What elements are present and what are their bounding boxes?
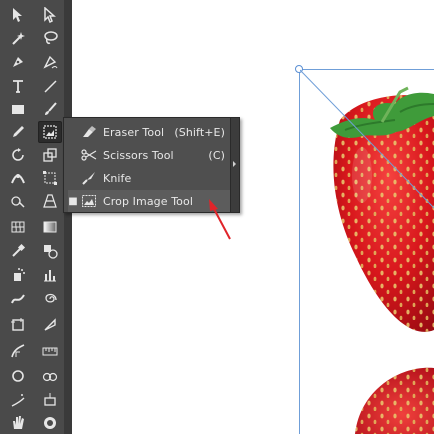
tool-row	[6, 121, 62, 143]
sprayer-icon[interactable]	[6, 389, 30, 411]
tool-row	[6, 340, 62, 362]
ruler-icon[interactable]	[38, 340, 62, 362]
tool-row	[6, 98, 62, 120]
gradient-icon[interactable]	[38, 216, 62, 238]
tool-row	[6, 389, 62, 411]
paintbrush-icon[interactable]	[38, 98, 62, 120]
tool-row	[6, 4, 62, 26]
tool-row	[6, 216, 62, 238]
tool-row	[6, 27, 62, 49]
column-graph-icon[interactable]	[38, 264, 62, 286]
star-icon[interactable]	[38, 365, 62, 387]
eraser-icon	[78, 125, 100, 139]
scale-icon[interactable]	[38, 144, 62, 166]
menu-item-shortcut: (Shift+E)	[174, 125, 225, 139]
tools-panel	[0, 0, 72, 434]
menu-item-label: Knife	[103, 171, 132, 185]
eyedropper-icon[interactable]	[6, 240, 30, 262]
tool-row	[6, 288, 62, 310]
scissors-icon	[78, 148, 100, 162]
mesh-icon[interactable]	[6, 216, 30, 238]
pen-icon[interactable]	[6, 51, 30, 73]
ellipse-icon[interactable]	[6, 365, 30, 387]
tool-row	[6, 190, 62, 212]
slice-icon[interactable]	[38, 314, 62, 336]
tool-row	[6, 264, 62, 286]
artboard-icon[interactable]	[6, 314, 30, 336]
crop-image-tool-icon[interactable]	[38, 121, 62, 143]
menu-item-knife[interactable]: Knife	[68, 167, 231, 189]
pucker-icon[interactable]	[6, 340, 30, 362]
tool-row	[6, 240, 62, 262]
rectangle-icon[interactable]	[6, 98, 30, 120]
lasso-icon[interactable]	[38, 27, 62, 49]
tool-row	[6, 365, 62, 387]
line-segment-icon[interactable]	[38, 75, 62, 97]
rotate-icon[interactable]	[6, 144, 30, 166]
annotation-arrow	[209, 199, 231, 240]
tool-row	[6, 412, 62, 434]
perspective-grid-icon[interactable]	[38, 190, 62, 212]
symbol-sprayer-icon[interactable]	[6, 264, 30, 286]
warp-icon[interactable]	[6, 288, 30, 310]
knife-icon	[78, 171, 100, 185]
hand-icon[interactable]	[6, 412, 30, 434]
strawberry-image[interactable]	[300, 60, 434, 434]
direct-selection-arrow-icon[interactable]	[38, 4, 62, 26]
selection-arrow-icon[interactable]	[6, 4, 30, 26]
shape-builder-icon[interactable]	[6, 190, 30, 212]
selected-bullet: ■	[68, 195, 78, 207]
menu-item-scissors-tool[interactable]: Scissors Tool (C)	[68, 144, 231, 166]
menu-item-label: Crop Image Tool	[103, 194, 193, 208]
menu-item-label: Scissors Tool	[103, 148, 174, 162]
width-icon[interactable]	[6, 167, 30, 189]
blend-icon[interactable]	[38, 240, 62, 262]
tool-row	[6, 314, 62, 336]
menu-item-label: Eraser Tool	[103, 125, 165, 139]
twirl-icon[interactable]	[38, 288, 62, 310]
curvature-pen-icon[interactable]	[38, 51, 62, 73]
tool-row	[6, 51, 62, 73]
menu-item-eraser-tool[interactable]: Eraser Tool (Shift+E)	[68, 121, 231, 143]
tool-row	[6, 144, 62, 166]
menu-item-shortcut: (C)	[208, 148, 225, 162]
magic-wand-icon[interactable]	[6, 27, 30, 49]
zoom-icon[interactable]	[38, 412, 62, 434]
bloat-icon[interactable]	[38, 389, 62, 411]
tool-row	[6, 167, 62, 189]
crop-image-icon	[78, 194, 100, 208]
pencil-icon[interactable]	[6, 121, 30, 143]
free-transform-icon[interactable]	[38, 167, 62, 189]
illustrator-workspace: Eraser Tool (Shift+E) Scissors Tool (C) …	[0, 0, 434, 434]
type-icon[interactable]	[6, 75, 30, 97]
tool-row	[6, 75, 62, 97]
